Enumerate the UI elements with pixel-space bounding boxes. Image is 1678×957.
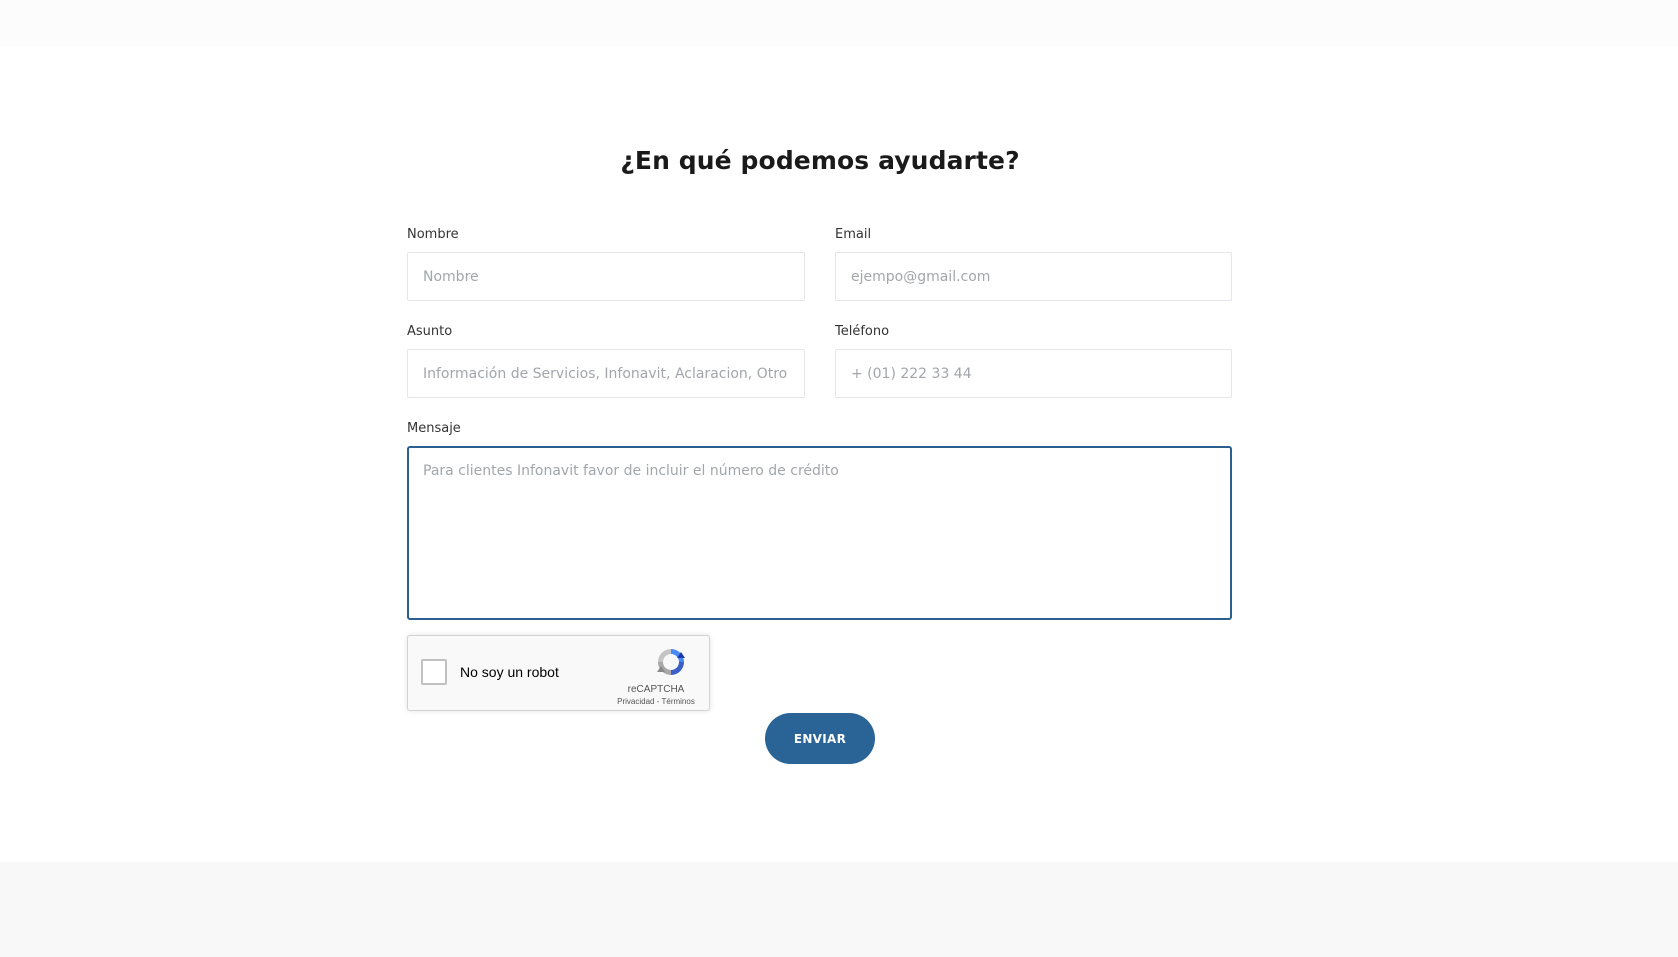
recaptcha-links: Privacidad - Términos: [608, 697, 704, 706]
recaptcha-brand: reCAPTCHA: [627, 684, 685, 695]
asunto-label: Asunto: [407, 324, 453, 339]
recaptcha-privacy-link[interactable]: Privacidad: [617, 697, 654, 706]
email-label: Email: [835, 227, 872, 242]
footer-band: [0, 862, 1678, 957]
recaptcha-label: No soy un robot: [460, 664, 559, 680]
recaptcha-checkbox[interactable]: [421, 659, 447, 685]
nombre-input[interactable]: [407, 252, 805, 301]
recaptcha-terms-link[interactable]: Términos: [661, 697, 694, 706]
submit-button[interactable]: ENVIAR: [765, 713, 875, 764]
top-strip: [0, 0, 1678, 46]
recaptcha-logo-icon: [657, 649, 685, 675]
mensaje-textarea[interactable]: [407, 446, 1232, 620]
mensaje-label: Mensaje: [407, 421, 461, 436]
recaptcha-widget: No soy un robot reCAPTCHA Privacidad - T…: [407, 635, 710, 711]
nombre-label: Nombre: [407, 227, 459, 242]
email-input[interactable]: [835, 252, 1232, 301]
telefono-label: Teléfono: [835, 324, 890, 339]
asunto-input[interactable]: [407, 349, 805, 398]
telefono-input[interactable]: [835, 349, 1232, 398]
page-title: ¿En qué podemos ayudarte?: [620, 146, 1020, 175]
